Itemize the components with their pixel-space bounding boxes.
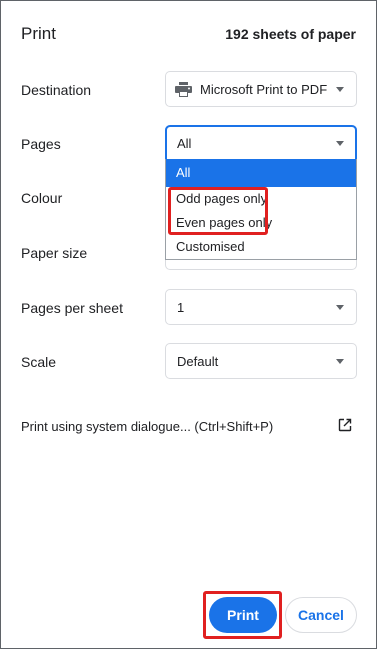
sheet-count: 192 sheets of paper xyxy=(225,26,356,42)
page-title: Print xyxy=(21,24,56,43)
destination-value: Microsoft Print to PDF xyxy=(200,82,328,97)
colour-label: Colour xyxy=(21,190,63,206)
cancel-button[interactable]: Cancel xyxy=(285,597,357,633)
pages-select[interactable]: All xyxy=(165,125,357,161)
dropdown-option-all[interactable]: All xyxy=(166,159,356,187)
printer-icon xyxy=(175,82,192,97)
scale-select[interactable]: Default xyxy=(165,343,357,379)
print-button[interactable]: Print xyxy=(209,597,277,633)
chevron-down-icon xyxy=(336,359,344,364)
destination-label: Destination xyxy=(21,82,92,98)
chevron-down-icon xyxy=(336,87,344,92)
system-dialogue-link[interactable]: Print using system dialogue... (Ctrl+Shi… xyxy=(21,419,273,434)
scale-value: Default xyxy=(177,354,219,369)
pages-per-sheet-label: Pages per sheet xyxy=(21,300,123,316)
scale-label: Scale xyxy=(21,354,57,370)
open-in-new-icon[interactable] xyxy=(338,418,352,432)
paper-size-label: Paper size xyxy=(21,245,88,261)
destination-select[interactable]: Microsoft Print to PDF xyxy=(165,71,357,107)
chevron-down-icon xyxy=(336,141,344,146)
dropdown-option-customised[interactable]: Customised xyxy=(166,235,356,259)
highlight-box xyxy=(168,187,268,235)
pages-value: All xyxy=(177,136,192,151)
pages-per-sheet-select[interactable]: 1 xyxy=(165,289,357,325)
print-dialog: Print 192 sheets of paper Destination Mi… xyxy=(0,0,377,649)
pages-per-sheet-value: 1 xyxy=(177,300,185,315)
pages-label: Pages xyxy=(21,136,61,152)
chevron-down-icon xyxy=(336,305,344,310)
